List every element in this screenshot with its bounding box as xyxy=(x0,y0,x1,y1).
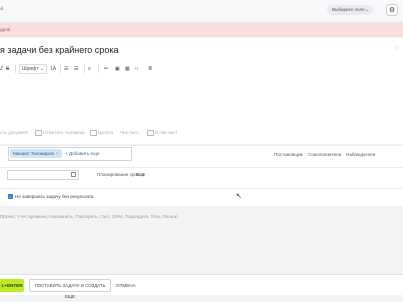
extra-fields-links[interactable]: Проект, Учет времени, Напомнить, Повторя… xyxy=(0,214,178,219)
strikethrough-icon[interactable]: S xyxy=(6,63,9,75)
code-icon[interactable]: ‹› xyxy=(135,63,138,75)
role-select[interactable]: Выберите поле ⌄ xyxy=(327,5,373,15)
checklist-icon xyxy=(147,130,154,136)
submit-button[interactable]: L+ENTER xyxy=(0,279,24,292)
font-size-button[interactable]: 1A xyxy=(50,63,56,75)
mention-person[interactable]: Отметить человека xyxy=(35,130,84,136)
person-icon xyxy=(35,130,42,136)
responsible-chip[interactable]: Михаил Тихомиров × xyxy=(10,149,62,158)
more-link[interactable]: Еще xyxy=(136,172,145,177)
font-select[interactable]: Шрифт ⌄ xyxy=(19,64,48,74)
observers-link[interactable]: Наблюдатели xyxy=(346,152,375,157)
require-result-label: Не завершать задачу без результата xyxy=(15,194,94,199)
task-title-input[interactable]: я задачи без крайнего срока xyxy=(0,45,118,55)
deadline-input[interactable] xyxy=(7,170,79,180)
table-icon[interactable]: ▦ xyxy=(125,63,130,75)
add-more-link[interactable]: + Добавить еще xyxy=(65,151,99,156)
title-options-icon[interactable]: ◌ xyxy=(395,45,399,52)
calendar-icon[interactable] xyxy=(71,172,76,177)
require-result-checkbox[interactable]: ✓ xyxy=(8,194,13,199)
align-icon[interactable]: ≡ xyxy=(88,63,91,75)
coassignees-link[interactable]: Соисполнители xyxy=(308,152,341,157)
quote-button[interactable]: Цитата xyxy=(90,130,113,136)
checklist-button[interactable]: Чек-лист xyxy=(120,130,139,135)
italic-icon[interactable]: Z xyxy=(0,63,3,75)
page-title-fragment: а xyxy=(0,6,4,12)
editor-toolbar: Z S Шрифт ⌄ 1A ☰ ☰ ≡ ⚯ ▣ ▦ ‹› ≣ xyxy=(0,63,160,75)
quote-icon xyxy=(90,130,97,136)
role-select-value: Выберите поле xyxy=(332,7,365,12)
alert-text: дров xyxy=(0,27,11,32)
gear-icon[interactable]: ⚙ xyxy=(386,4,398,16)
bullet-list-icon[interactable]: ☰ xyxy=(74,63,78,75)
attach-document[interactable]: сть документ xyxy=(0,130,28,135)
cancel-button[interactable]: ОТМЕНА xyxy=(116,283,136,288)
create-and-add-more-button[interactable]: ПОСТАВИТЬ ЗАДАЧУ И СОЗДАТЬ ЕЩЕ xyxy=(29,279,111,299)
font-select-value: Шрифт xyxy=(22,66,39,72)
image-icon[interactable]: ▣ xyxy=(115,63,120,75)
link-icon[interactable]: ⚯ xyxy=(104,63,108,75)
alert-banner xyxy=(0,23,403,37)
close-icon[interactable]: × xyxy=(56,151,59,156)
chip-name: Михаил Тихомиров xyxy=(13,151,54,156)
more-icon[interactable]: ≣ xyxy=(148,63,152,75)
numbered-list-icon[interactable]: ☰ xyxy=(64,63,68,75)
to-checklist-button[interactable]: В чек-лист xyxy=(147,130,177,136)
creator-link[interactable]: Постановщик xyxy=(274,152,303,157)
chevron-down-icon: ⌄ xyxy=(364,7,369,13)
mouse-cursor-icon: ↖ xyxy=(236,193,242,200)
